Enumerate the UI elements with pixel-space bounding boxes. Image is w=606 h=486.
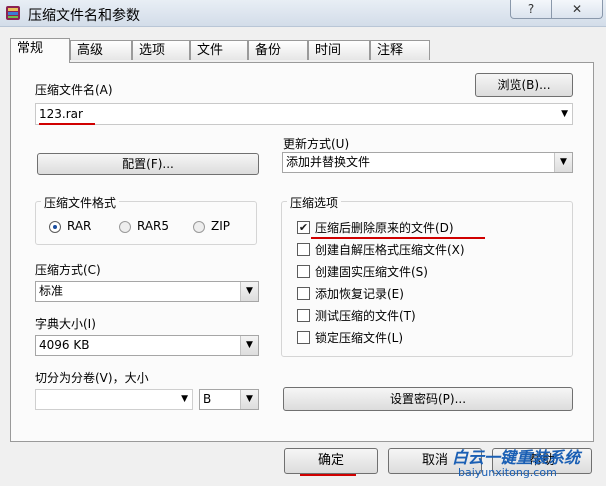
- tab-comment[interactable]: 注释: [370, 40, 430, 60]
- checkbox-delete-after[interactable]: ✔: [297, 221, 310, 234]
- watermark-url: baiyunxitong.com: [458, 466, 557, 479]
- tab-backup[interactable]: 备份: [248, 40, 308, 60]
- general-panel: 压缩文件名(A) 浏览(B)... 123.rar ▼ 更新方式(U) 添加并替…: [10, 62, 594, 442]
- radio-rar5-label: RAR5: [137, 219, 170, 233]
- update-mode-label: 更新方式(U): [283, 137, 350, 151]
- option-delete-after-label: 压缩后删除原来的文件(D): [315, 221, 454, 235]
- dict-size-label: 字典大小(I): [35, 317, 96, 331]
- radio-zip[interactable]: [193, 221, 205, 233]
- split-unit-select[interactable]: B ▼: [199, 389, 259, 410]
- ok-button[interactable]: 确定: [284, 448, 378, 474]
- radio-rar-label: RAR: [67, 219, 92, 233]
- tab-advanced[interactable]: 高级: [70, 40, 132, 60]
- browse-button[interactable]: 浏览(B)...: [475, 73, 573, 97]
- dropdown-arrow-icon: ▼: [181, 394, 188, 404]
- radio-rar[interactable]: [49, 221, 61, 233]
- method-select[interactable]: 标准 ▼: [35, 281, 259, 302]
- radio-zip-label: ZIP: [211, 219, 230, 233]
- split-size-combo[interactable]: ▼: [35, 389, 193, 410]
- checkbox-solid[interactable]: [297, 265, 310, 278]
- radio-rar5[interactable]: [119, 221, 131, 233]
- dict-size-select[interactable]: 4096 KB ▼: [35, 335, 259, 356]
- option-recovery-label: 添加恢复记录(E): [315, 287, 404, 301]
- dropdown-arrow-icon: ▼: [561, 109, 568, 119]
- dropdown-arrow-icon: ▼: [240, 282, 258, 301]
- tab-time[interactable]: 时间: [308, 40, 370, 60]
- checkbox-recovery[interactable]: [297, 287, 310, 300]
- method-value: 标准: [39, 284, 64, 298]
- archive-options-legend: 压缩选项: [287, 194, 342, 211]
- split-unit-value: B: [203, 392, 212, 406]
- tab-files[interactable]: 文件: [190, 40, 248, 60]
- tab-options[interactable]: 选项: [132, 40, 190, 60]
- watermark-title: 白云一键重装系统: [452, 448, 581, 467]
- archive-format-legend: 压缩文件格式: [41, 194, 120, 211]
- option-solid-label: 创建固实压缩文件(S): [315, 265, 428, 279]
- option-lock-label: 锁定压缩文件(L): [315, 331, 404, 345]
- dropdown-arrow-icon: ▼: [554, 153, 572, 172]
- dict-size-value: 4096 KB: [39, 338, 90, 352]
- window-title: 压缩文件名和参数: [28, 8, 140, 24]
- winrar-app-icon: [6, 6, 20, 20]
- archive-name-combo[interactable]: 123.rar ▼: [35, 103, 573, 125]
- set-password-button[interactable]: 设置密码(P)...: [283, 387, 573, 411]
- method-label: 压缩方式(C): [35, 263, 101, 277]
- annotation-underline-ok: [300, 474, 356, 476]
- split-volume-label: 切分为分卷(V)，大小: [35, 371, 149, 385]
- close-button[interactable]: ✕: [551, 0, 603, 19]
- title-bar: 压缩文件名和参数 ? ✕: [0, 0, 606, 27]
- checkbox-test[interactable]: [297, 309, 310, 322]
- update-mode-value: 添加并替换文件: [286, 155, 371, 169]
- checkbox-lock[interactable]: [297, 331, 310, 344]
- archive-name-value: 123.rar: [39, 107, 83, 121]
- checkbox-sfx[interactable]: [297, 243, 310, 256]
- profiles-button[interactable]: 配置(F)...: [37, 153, 259, 175]
- help-title-button[interactable]: ?: [510, 0, 552, 19]
- archive-name-label: 压缩文件名(A): [35, 83, 113, 97]
- site-watermark: 白云一键重装系统 baiyunxitong.com: [452, 444, 602, 482]
- option-test-label: 测试压缩的文件(T): [315, 309, 416, 323]
- option-sfx-label: 创建自解压格式压缩文件(X): [315, 243, 465, 257]
- dropdown-arrow-icon: ▼: [240, 336, 258, 355]
- annotation-underline-delete: [311, 237, 485, 239]
- update-mode-select[interactable]: 添加并替换文件 ▼: [282, 152, 573, 173]
- annotation-underline-filename: [39, 123, 95, 125]
- dropdown-arrow-icon: ▼: [240, 390, 258, 409]
- tab-general[interactable]: 常规: [10, 38, 70, 63]
